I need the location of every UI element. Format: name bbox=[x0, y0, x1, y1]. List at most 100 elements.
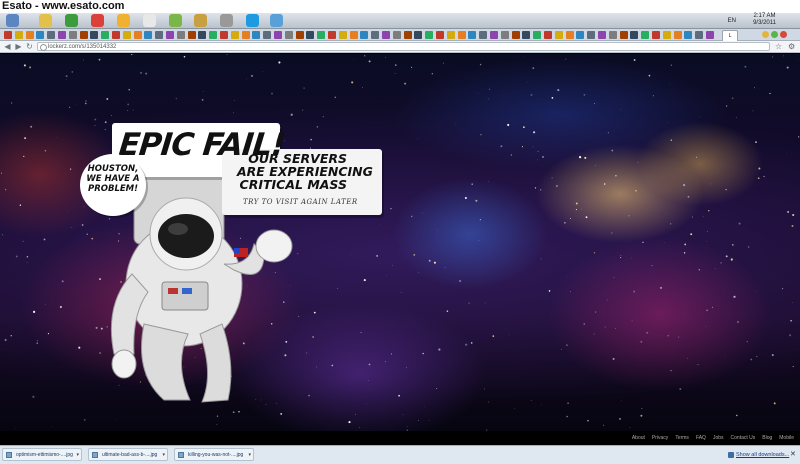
download-item[interactable]: optimism-ettimismo-....jpg ▾ bbox=[2, 448, 82, 461]
pinned-tab[interactable] bbox=[144, 31, 153, 39]
pinned-tab[interactable] bbox=[414, 31, 423, 39]
pinned-tab[interactable] bbox=[209, 31, 218, 39]
pinned-tab[interactable] bbox=[4, 31, 12, 39]
pinned-tab[interactable] bbox=[47, 31, 56, 39]
pinned-tab[interactable] bbox=[306, 31, 315, 39]
forward-button[interactable]: ▶ bbox=[14, 41, 23, 52]
pinned-tab[interactable] bbox=[652, 31, 660, 39]
skype-app-icon[interactable] bbox=[246, 14, 259, 27]
footer-link-privacy[interactable]: Privacy bbox=[652, 431, 668, 445]
footer-link-about[interactable]: About bbox=[632, 431, 645, 445]
pinned-tab[interactable] bbox=[122, 31, 131, 39]
pinned-tab[interactable] bbox=[468, 31, 477, 39]
pinned-tab[interactable] bbox=[112, 31, 120, 39]
pinned-tab[interactable] bbox=[446, 31, 455, 39]
back-button[interactable]: ◀ bbox=[3, 41, 12, 52]
pinned-tab[interactable] bbox=[155, 31, 164, 39]
chevron-down-icon[interactable]: ▾ bbox=[162, 449, 165, 461]
pinned-tab[interactable] bbox=[349, 31, 358, 39]
pinned-tab[interactable] bbox=[392, 31, 401, 39]
pinned-tab[interactable] bbox=[641, 31, 650, 39]
pinned-tab[interactable] bbox=[533, 31, 542, 39]
chevron-down-icon[interactable]: ▾ bbox=[76, 449, 79, 461]
pinned-tab[interactable] bbox=[544, 31, 552, 39]
pinned-tab[interactable] bbox=[263, 31, 272, 39]
explorer-app-icon[interactable] bbox=[6, 14, 19, 27]
page-info-icon[interactable] bbox=[40, 44, 47, 51]
footer-link-contact[interactable]: Contact Us bbox=[731, 431, 756, 445]
pinned-tab[interactable] bbox=[706, 31, 714, 39]
talk-app-icon[interactable] bbox=[143, 14, 156, 27]
pinned-tab[interactable] bbox=[630, 31, 639, 39]
pinned-tab[interactable] bbox=[500, 31, 509, 39]
bookmark-star-icon[interactable]: ☆ bbox=[775, 41, 782, 52]
address-bar[interactable]: lockerz.com/s/135014332 bbox=[37, 42, 770, 51]
pinned-tab[interactable] bbox=[457, 31, 466, 39]
pinned-tab[interactable] bbox=[274, 31, 282, 39]
download-item[interactable]: ultimate-bad-ass-b-....jpg ▾ bbox=[88, 448, 168, 461]
pinned-tab[interactable] bbox=[133, 31, 142, 39]
show-all-downloads-link[interactable]: Show all downloads... bbox=[728, 449, 789, 461]
media-app-icon[interactable] bbox=[220, 14, 233, 27]
pinned-tab[interactable] bbox=[608, 31, 617, 39]
pinned-tab[interactable] bbox=[284, 31, 293, 39]
pinned-tab[interactable] bbox=[338, 31, 347, 39]
pinned-tab[interactable] bbox=[565, 31, 574, 39]
pinned-tab[interactable] bbox=[479, 31, 488, 39]
pinned-tab[interactable] bbox=[587, 31, 596, 39]
utorrent-app-icon[interactable] bbox=[65, 14, 78, 27]
pinned-tab[interactable] bbox=[673, 31, 682, 39]
pinned-tab[interactable] bbox=[36, 31, 45, 39]
pinned-tab[interactable] bbox=[619, 31, 628, 39]
download-item[interactable]: killing-you-was-not-....jpg ▾ bbox=[174, 448, 254, 461]
pinned-tab[interactable] bbox=[436, 31, 444, 39]
pinned-tab[interactable] bbox=[328, 31, 336, 39]
pinned-tab[interactable] bbox=[187, 31, 196, 39]
active-tab[interactable]: L bbox=[722, 30, 738, 41]
pinned-tab[interactable] bbox=[220, 31, 228, 39]
pinned-tab[interactable] bbox=[576, 31, 585, 39]
pinned-tab[interactable] bbox=[252, 31, 261, 39]
footer-link-terms[interactable]: Terms bbox=[675, 431, 689, 445]
footer-link-blog[interactable]: Blog bbox=[762, 431, 772, 445]
winamp-app-icon[interactable] bbox=[194, 14, 207, 27]
pinned-tab[interactable] bbox=[101, 31, 110, 39]
pinned-tab[interactable] bbox=[68, 31, 77, 39]
wrench-menu-icon[interactable]: ⚙ bbox=[788, 41, 795, 52]
pinned-tab[interactable] bbox=[166, 31, 174, 39]
footer-link-mobile[interactable]: Mobile bbox=[779, 431, 794, 445]
pinned-tab[interactable] bbox=[241, 31, 250, 39]
paint-app-icon[interactable] bbox=[270, 14, 283, 27]
pinned-tab[interactable] bbox=[58, 31, 66, 39]
pinned-tab[interactable] bbox=[695, 31, 704, 39]
pinned-tab[interactable] bbox=[79, 31, 88, 39]
pinned-tab[interactable] bbox=[662, 31, 671, 39]
pinned-tab[interactable] bbox=[360, 31, 369, 39]
maximize-button[interactable] bbox=[771, 31, 778, 38]
pinned-tab[interactable] bbox=[403, 31, 412, 39]
network-app-icon[interactable] bbox=[169, 14, 182, 27]
minimize-button[interactable] bbox=[762, 31, 769, 38]
footer-link-jobs[interactable]: Jobs bbox=[713, 431, 724, 445]
pinned-tab[interactable] bbox=[176, 31, 185, 39]
messenger-app-icon[interactable] bbox=[117, 14, 130, 27]
close-shelf-icon[interactable]: ✕ bbox=[790, 449, 796, 460]
pinned-tab[interactable] bbox=[198, 31, 207, 39]
pinned-tab[interactable] bbox=[14, 31, 23, 39]
footer-link-faq[interactable]: FAQ bbox=[696, 431, 706, 445]
pinned-tab[interactable] bbox=[371, 31, 380, 39]
pinned-tab[interactable] bbox=[554, 31, 563, 39]
pinned-tab[interactable] bbox=[382, 31, 390, 39]
pinned-tab[interactable] bbox=[684, 31, 693, 39]
chrome-app-icon[interactable] bbox=[91, 14, 104, 27]
pinned-tab[interactable] bbox=[425, 31, 434, 39]
chevron-down-icon[interactable]: ▾ bbox=[248, 449, 251, 461]
pinned-tab[interactable] bbox=[230, 31, 239, 39]
pinned-tab[interactable] bbox=[90, 31, 99, 39]
folder-app-icon[interactable] bbox=[39, 14, 52, 27]
pinned-tab[interactable] bbox=[317, 31, 326, 39]
reload-button[interactable]: ↻ bbox=[25, 41, 34, 52]
pinned-tab[interactable] bbox=[25, 31, 34, 39]
pinned-tab[interactable] bbox=[295, 31, 304, 39]
pinned-tab[interactable] bbox=[598, 31, 606, 39]
